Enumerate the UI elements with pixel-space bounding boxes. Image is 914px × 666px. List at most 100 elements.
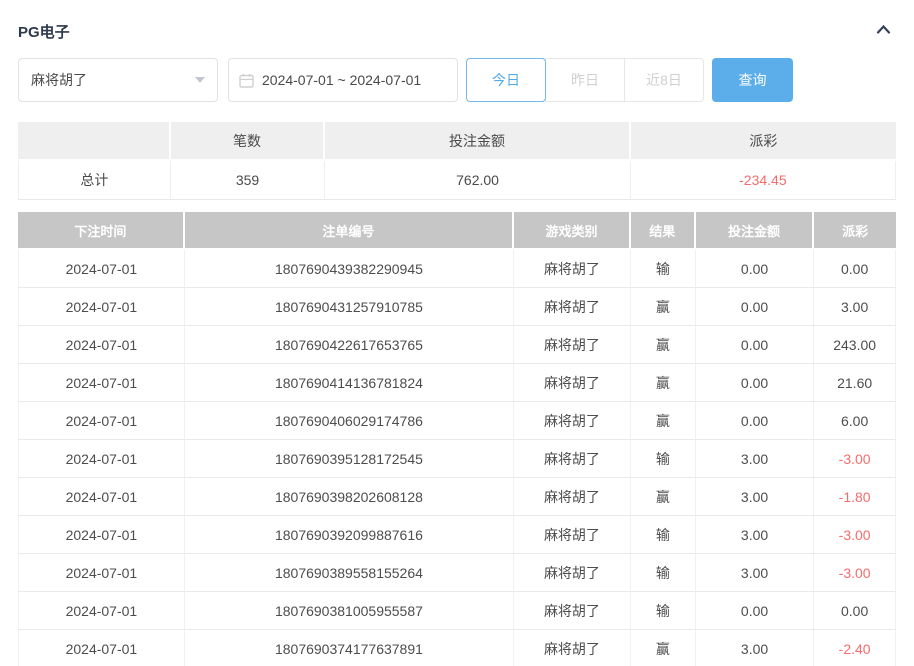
game-select[interactable]: 麻将胡了 (18, 58, 218, 102)
cell-bet-amount: 0.00 (696, 592, 815, 630)
cell-ticket-number: 1807690392099887616 (185, 516, 514, 554)
summary-total-label: 总计 (18, 161, 171, 200)
cell-ticket-number: 1807690374177637891 (185, 630, 514, 666)
cell-ticket-number: 1807690398202608128 (185, 478, 514, 516)
cell-game-category: 麻将胡了 (514, 402, 631, 440)
cell-ticket-number: 1807690431257910785 (185, 288, 514, 326)
cell-payout: -3.00 (814, 440, 896, 478)
table-row: 2024-07-01 1807690431257910785 麻将胡了 赢 0.… (18, 288, 896, 326)
cell-ticket-number: 1807690406029174786 (185, 402, 514, 440)
cell-bet-amount: 3.00 (696, 554, 815, 592)
cell-result: 赢 (631, 364, 696, 402)
cell-bet-amount: 0.00 (696, 250, 815, 288)
table-row: 2024-07-01 1807690406029174786 麻将胡了 赢 0.… (18, 402, 896, 440)
cell-result: 赢 (631, 326, 696, 364)
cell-payout: 6.00 (814, 402, 896, 440)
chevron-down-icon (195, 77, 205, 83)
records-body: 2024-07-01 1807690439382290945 麻将胡了 输 0.… (18, 250, 896, 666)
today-button[interactable]: 今日 (466, 58, 546, 102)
cell-ticket-number: 1807690381005955587 (185, 592, 514, 630)
cell-ticket-number: 1807690395128172545 (185, 440, 514, 478)
summary-header-cell: 投注金额 (325, 122, 631, 161)
cell-game-category: 麻将胡了 (514, 364, 631, 402)
cell-result: 赢 (631, 402, 696, 440)
cell-payout: -3.00 (814, 516, 896, 554)
page-title: PG电子 (18, 21, 70, 42)
cell-result: 赢 (631, 630, 696, 666)
cell-bet-amount: 0.00 (696, 402, 815, 440)
records-header-row: 下注时间注单编号游戏类别结果投注金额派彩 (18, 212, 896, 250)
date-range-value: 2024-07-01 ~ 2024-07-01 (262, 72, 421, 88)
summary-header-cell: 笔数 (171, 122, 326, 161)
cell-bet-amount: 3.00 (696, 440, 815, 478)
date-range-input[interactable]: 2024-07-01 ~ 2024-07-01 (228, 58, 458, 102)
last8days-button[interactable]: 近8日 (624, 58, 704, 102)
cell-result: 输 (631, 516, 696, 554)
summary-total-row: 总计 359 762.00 -234.45 (18, 161, 896, 200)
records-table: 下注时间注单编号游戏类别结果投注金额派彩 2024-07-01 18076904… (18, 212, 896, 666)
cell-payout: 0.00 (814, 592, 896, 630)
table-row: 2024-07-01 1807690381005955587 麻将胡了 输 0.… (18, 592, 896, 630)
cell-result: 输 (631, 592, 696, 630)
cell-payout: -2.40 (814, 630, 896, 666)
cell-game-category: 麻将胡了 (514, 440, 631, 478)
cell-bet-time: 2024-07-01 (18, 250, 185, 288)
cell-bet-time: 2024-07-01 (18, 592, 185, 630)
summary-table: 笔数投注金额派彩 总计 359 762.00 -234.45 (18, 122, 896, 200)
cell-bet-time: 2024-07-01 (18, 402, 185, 440)
summary-payout-value: -234.45 (631, 161, 896, 200)
table-row: 2024-07-01 1807690422617653765 麻将胡了 赢 0.… (18, 326, 896, 364)
cell-bet-time: 2024-07-01 (18, 554, 185, 592)
records-header-cell: 投注金额 (696, 212, 815, 250)
records-header-cell: 游戏类别 (514, 212, 631, 250)
cell-payout: -3.00 (814, 554, 896, 592)
cell-game-category: 麻将胡了 (514, 288, 631, 326)
cell-bet-time: 2024-07-01 (18, 516, 185, 554)
cell-payout: 21.60 (814, 364, 896, 402)
cell-payout: -1.80 (814, 478, 896, 516)
cell-game-category: 麻将胡了 (514, 554, 631, 592)
cell-bet-time: 2024-07-01 (18, 364, 185, 402)
search-button[interactable]: 查询 (712, 58, 793, 102)
chevron-up-icon (875, 22, 892, 41)
cell-payout: 243.00 (814, 326, 896, 364)
cell-result: 赢 (631, 478, 696, 516)
pg-panel: PG电子 麻将胡了 2024-07-01 ~ 2024-07-01 (0, 0, 914, 666)
records-header-cell: 结果 (631, 212, 696, 250)
cell-ticket-number: 1807690439382290945 (185, 250, 514, 288)
cell-bet-time: 2024-07-01 (18, 630, 185, 666)
cell-bet-time: 2024-07-01 (18, 440, 185, 478)
cell-result: 输 (631, 440, 696, 478)
summary-bet-amount-value: 762.00 (325, 161, 631, 200)
summary-header-row: 笔数投注金额派彩 (18, 122, 896, 161)
summary-count-value: 359 (171, 161, 326, 200)
cell-game-category: 麻将胡了 (514, 630, 631, 666)
yesterday-button[interactable]: 昨日 (545, 58, 625, 102)
collapse-button[interactable] (875, 22, 896, 41)
cell-ticket-number: 1807690422617653765 (185, 326, 514, 364)
cell-game-category: 麻将胡了 (514, 250, 631, 288)
records-header-cell: 派彩 (814, 212, 896, 250)
cell-bet-time: 2024-07-01 (18, 478, 185, 516)
cell-bet-time: 2024-07-01 (18, 326, 185, 364)
table-row: 2024-07-01 1807690439382290945 麻将胡了 输 0.… (18, 250, 896, 288)
filter-bar: 麻将胡了 2024-07-01 ~ 2024-07-01 今日 昨日 近8日 查… (18, 58, 896, 102)
records-header-cell: 注单编号 (185, 212, 514, 250)
cell-bet-time: 2024-07-01 (18, 288, 185, 326)
game-select-value: 麻将胡了 (31, 70, 87, 90)
cell-bet-amount: 3.00 (696, 478, 815, 516)
cell-payout: 3.00 (814, 288, 896, 326)
cell-game-category: 麻将胡了 (514, 326, 631, 364)
cell-bet-amount: 0.00 (696, 326, 815, 364)
cell-result: 赢 (631, 288, 696, 326)
cell-game-category: 麻将胡了 (514, 592, 631, 630)
table-row: 2024-07-01 1807690392099887616 麻将胡了 输 3.… (18, 516, 896, 554)
quick-date-group: 今日 昨日 近8日 (466, 58, 704, 102)
table-row: 2024-07-01 1807690398202608128 麻将胡了 赢 3.… (18, 478, 896, 516)
cell-result: 输 (631, 250, 696, 288)
cell-bet-amount: 3.00 (696, 630, 815, 666)
cell-ticket-number: 1807690414136781824 (185, 364, 514, 402)
panel-header: PG电子 (18, 0, 896, 42)
table-row: 2024-07-01 1807690414136781824 麻将胡了 赢 0.… (18, 364, 896, 402)
cell-bet-amount: 0.00 (696, 364, 815, 402)
